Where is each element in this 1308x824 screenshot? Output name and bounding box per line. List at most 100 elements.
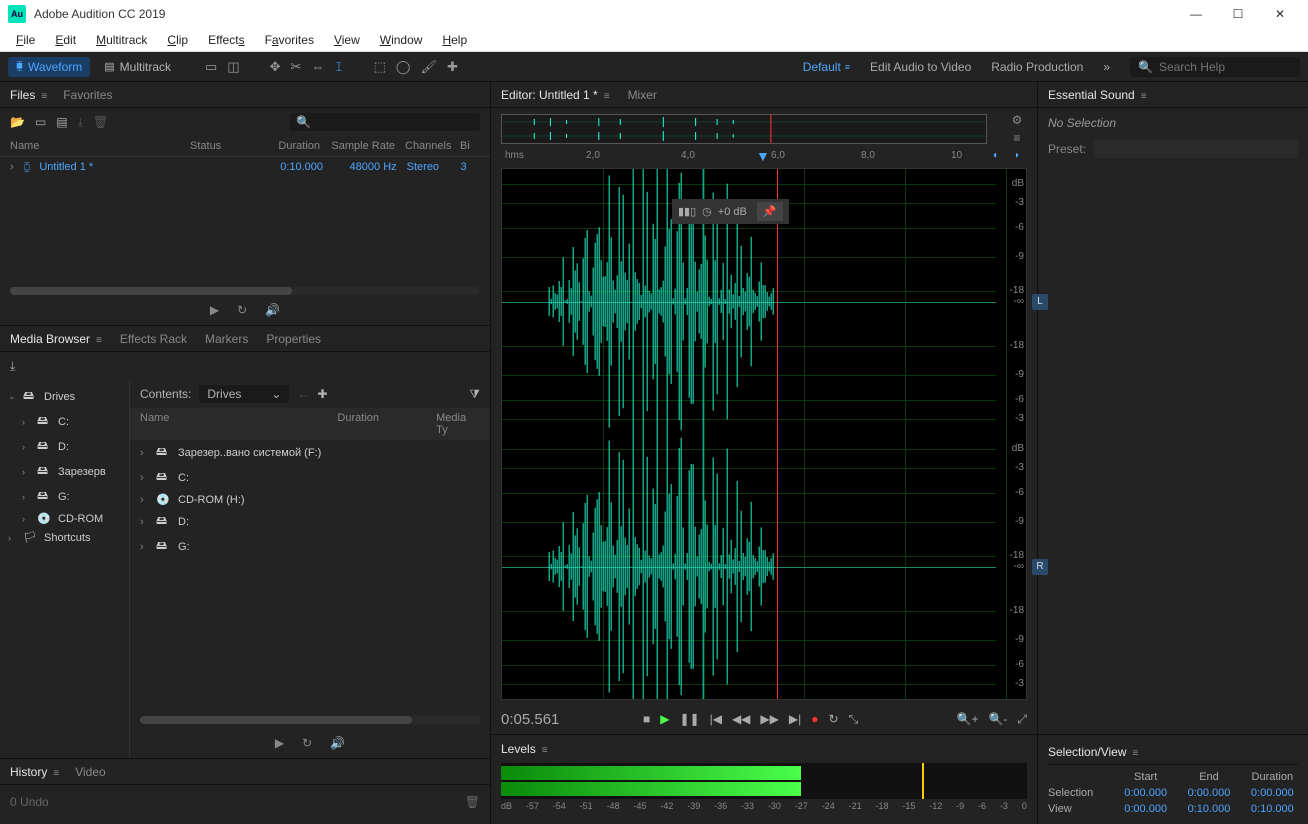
media-list-item[interactable]: ›💿CD-ROM (H:)	[130, 490, 490, 509]
timeline-ruler[interactable]: hms 2,0 4,0 6,0 8,0 10 ▼ ◐ ◑	[501, 150, 1027, 168]
new-multitrack-icon[interactable]: ▤	[56, 115, 67, 130]
tree-shortcuts[interactable]: ›🏳Shortcuts	[0, 528, 129, 547]
files-search[interactable]: 🔍	[290, 113, 480, 131]
search-input[interactable]	[1159, 60, 1289, 74]
contents-dropdown[interactable]: Drives⌄	[199, 385, 289, 403]
tree-c[interactable]: ›🖴C:	[0, 409, 129, 434]
tool-move[interactable]: ✥	[270, 59, 281, 75]
loop-icon[interactable]: ↻	[237, 303, 247, 317]
maximize-button[interactable]: ☐	[1218, 2, 1258, 26]
preset-dropdown[interactable]	[1094, 140, 1298, 158]
gear-icon[interactable]: ⚙	[1012, 113, 1023, 127]
minimize-button[interactable]: —	[1176, 2, 1216, 26]
tool-spot-heal[interactable]: ✚	[447, 59, 458, 75]
record-button[interactable]: ●	[811, 712, 818, 727]
menu-help[interactable]: Help	[434, 31, 475, 49]
waveform-mode-button[interactable]: ⧯ Waveform	[8, 57, 90, 77]
tree-cdrom[interactable]: ›💿CD-ROM	[0, 509, 129, 528]
filter-icon[interactable]: ⧩	[469, 387, 480, 402]
tool-slip[interactable]: ⇔	[311, 59, 324, 75]
back-icon[interactable]: ←	[297, 387, 309, 401]
tab-markers[interactable]: Markers	[205, 328, 248, 350]
view-end[interactable]: 0:10.000	[1183, 803, 1234, 815]
menu-file[interactable]: File	[8, 31, 43, 49]
list-icon[interactable]: ≡	[1013, 131, 1020, 145]
mb-scrollbar[interactable]	[140, 716, 480, 724]
tree-d[interactable]: ›🖴D:	[0, 434, 129, 459]
tool-spectral-icon[interactable]: ◫	[227, 59, 239, 75]
new-file-icon[interactable]: ▭	[35, 115, 46, 130]
tab-history[interactable]: History≡	[10, 761, 59, 783]
close-button[interactable]: ✕	[1260, 2, 1300, 26]
trash-icon[interactable]: 🗑	[465, 795, 480, 809]
waveform-editor[interactable]: dB-3-6-9-18-∞-18-9-6-3LdB-3-6-9-18-∞-18-…	[501, 168, 1027, 700]
play-icon[interactable]: ▶	[275, 736, 284, 750]
workspace-default[interactable]: Default≡	[803, 60, 850, 74]
zoom-out-icon[interactable]: 🔍-	[988, 712, 1007, 727]
auto-play-icon[interactable]: 🔊	[330, 736, 345, 750]
menu-view[interactable]: View	[326, 31, 368, 49]
view-duration[interactable]: 0:10.000	[1247, 803, 1298, 815]
media-list-item[interactable]: ›🖴D:	[130, 509, 490, 534]
import-icon[interactable]: ⤓	[10, 359, 15, 374]
tree-drives[interactable]: ⌄🖴Drives	[0, 384, 129, 409]
import-icon[interactable]: ⤓	[78, 115, 83, 130]
tab-selection-view[interactable]: Selection/View≡	[1048, 741, 1138, 763]
auto-play-icon[interactable]: 🔊	[265, 303, 280, 317]
playhead-marker-icon[interactable]: ▼	[756, 148, 770, 164]
multitrack-mode-button[interactable]: ▤ Multitrack	[96, 57, 179, 77]
file-row[interactable]: › ⧮ Untitled 1 * 0:10.000 48000 Hz Stere…	[0, 157, 490, 177]
sel-duration[interactable]: 0:00.000	[1247, 787, 1298, 799]
tab-levels[interactable]: Levels≡	[501, 738, 548, 760]
stop-button[interactable]: ■	[643, 712, 650, 727]
view-start[interactable]: 0:00.000	[1120, 803, 1171, 815]
play-icon[interactable]: ▶	[210, 303, 219, 317]
menu-multitrack[interactable]: Multitrack	[88, 31, 155, 49]
menu-edit[interactable]: Edit	[47, 31, 84, 49]
tab-video[interactable]: Video	[75, 761, 105, 783]
hud-pin-icon[interactable]: 📌	[757, 202, 783, 221]
files-scrollbar[interactable]	[10, 287, 480, 295]
tab-files[interactable]: Files≡	[10, 84, 47, 106]
tool-hud-icon[interactable]: ▭	[205, 59, 217, 75]
tab-media-browser[interactable]: Media Browser≡	[10, 328, 102, 350]
goto-start-button[interactable]: |◀	[710, 712, 722, 727]
media-list-item[interactable]: ›🖴C:	[130, 465, 490, 490]
menu-window[interactable]: Window	[372, 31, 431, 49]
media-list-item[interactable]: ›🖴G:	[130, 534, 490, 559]
hud-gain[interactable]: +0 dB	[718, 206, 747, 218]
new-folder-icon[interactable]: ✚	[317, 387, 327, 401]
sel-end[interactable]: 0:00.000	[1183, 787, 1234, 799]
overview-waveform[interactable]	[501, 114, 987, 144]
zoom-in-icon[interactable]: 🔍+	[957, 712, 979, 727]
tab-effects-rack[interactable]: Effects Rack	[120, 328, 187, 350]
tool-lasso[interactable]: ◯	[396, 59, 411, 75]
media-list-item[interactable]: ›🖴Зарезер..вано системой (F:)	[130, 440, 490, 465]
play-button[interactable]: ▶	[660, 712, 669, 727]
pin-right-icon[interactable]: ◑	[1013, 150, 1019, 161]
menu-clip[interactable]: Clip	[159, 31, 196, 49]
tab-mixer[interactable]: Mixer	[628, 84, 657, 106]
menu-favorites[interactable]: Favorites	[257, 31, 322, 49]
pause-button[interactable]: ❚❚	[679, 712, 699, 727]
tab-editor[interactable]: Editor: Untitled 1 *≡	[501, 84, 610, 106]
tab-properties[interactable]: Properties	[266, 328, 321, 350]
tool-brush[interactable]: 🖌	[420, 59, 437, 75]
tab-favorites[interactable]: Favorites	[63, 84, 112, 106]
goto-end-button[interactable]: ▶|	[789, 712, 801, 727]
sel-start[interactable]: 0:00.000	[1120, 787, 1171, 799]
tool-marquee[interactable]: ⬚	[374, 59, 386, 75]
tool-time-select[interactable]: 𝙸	[334, 59, 343, 75]
pin-left-icon[interactable]: ◐	[993, 150, 999, 161]
open-file-icon[interactable]: 📂	[10, 115, 25, 130]
tree-g[interactable]: ›🖴G:	[0, 484, 129, 509]
forward-button[interactable]: ▶▶	[760, 712, 778, 727]
tab-essential-sound[interactable]: Essential Sound≡	[1048, 84, 1147, 106]
workspace-edit-av[interactable]: Edit Audio to Video	[870, 60, 971, 74]
tool-razor[interactable]: ✂	[291, 59, 302, 75]
workspace-radio[interactable]: Radio Production	[991, 60, 1083, 74]
loop-icon[interactable]: ↻	[302, 736, 312, 750]
trash-icon[interactable]: 🗑	[93, 115, 108, 130]
menu-effects[interactable]: Effects	[200, 31, 252, 49]
search-help[interactable]: 🔍	[1130, 57, 1300, 77]
